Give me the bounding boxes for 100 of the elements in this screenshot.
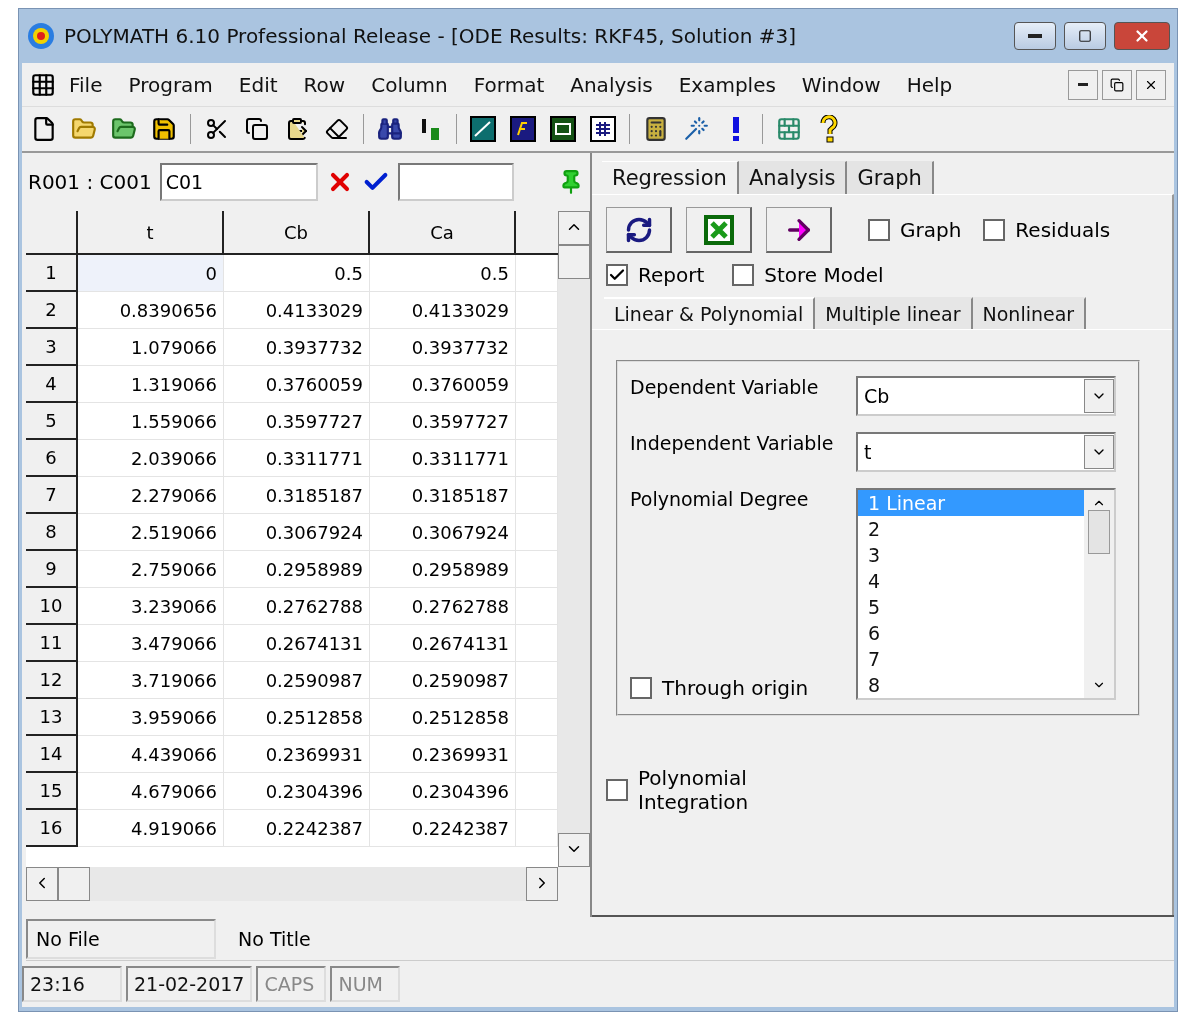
row-header[interactable]: 4 — [26, 366, 78, 403]
checkbox[interactable]: Through origin — [630, 676, 856, 700]
field-label: Dependent Variable — [630, 376, 820, 398]
list-item[interactable]: 6 — [858, 620, 1084, 646]
scroll-right-button[interactable] — [526, 867, 558, 901]
binoculars-icon[interactable] — [376, 115, 404, 143]
dropdown[interactable]: Cb — [856, 376, 1116, 416]
listbox[interactable]: 1 Linear 2 3 4 5 6 7 8 — [856, 488, 1116, 700]
table-cell: 0.2762788 — [370, 588, 516, 625]
scroll-thumb[interactable] — [58, 867, 90, 901]
row-header[interactable]: 2 — [26, 292, 78, 329]
row-header[interactable]: 3 — [26, 329, 78, 366]
column-header[interactable]: Cb — [224, 211, 370, 255]
formula-field[interactable] — [397, 163, 514, 201]
table-cell: 2.759066 — [78, 551, 224, 588]
dropdown[interactable]: t — [856, 432, 1116, 472]
menu-item[interactable]: Examples — [665, 72, 789, 97]
menu-item[interactable]: Column — [358, 72, 461, 97]
table-cell: 0.3311771 — [370, 440, 516, 477]
row-header[interactable]: 11 — [26, 625, 78, 662]
menu-item[interactable]: Format — [460, 72, 558, 97]
cell-name-field[interactable]: C01 — [159, 163, 318, 201]
tab[interactable]: Multiple linear — [815, 297, 973, 329]
table-cell: 0.3760059 — [224, 366, 370, 403]
scroll-left-button[interactable] — [26, 867, 58, 901]
menu-item[interactable]: Edit — [225, 72, 291, 97]
table-cell: 0 — [78, 255, 224, 292]
tab[interactable]: Regression — [602, 161, 739, 194]
menu-item[interactable]: Row — [290, 72, 359, 97]
arrow-button[interactable] — [766, 207, 832, 253]
table-cell: 0.2958989 — [370, 551, 516, 588]
table-cell: 0.2958989 — [224, 551, 370, 588]
chart-icon[interactable] — [469, 115, 497, 143]
function-icon[interactable] — [509, 115, 537, 143]
list-item[interactable]: 5 — [858, 594, 1084, 620]
dropdown-button[interactable] — [1084, 435, 1114, 469]
copy-icon[interactable] — [243, 115, 271, 143]
menu-item[interactable]: Program — [115, 72, 226, 97]
row-header[interactable]: 14 — [26, 736, 78, 773]
row-header[interactable]: 6 — [26, 440, 78, 477]
list-scrollbar[interactable] — [1084, 490, 1114, 698]
menu-item[interactable]: Window — [788, 72, 894, 97]
table-cell: 2.279066 — [78, 477, 224, 514]
checkbox[interactable]: Report — [606, 263, 705, 287]
scroll-thumb[interactable] — [558, 245, 590, 279]
minimize-button[interactable] — [1014, 22, 1056, 50]
table-cell: 1.559066 — [78, 403, 224, 440]
table-cell — [516, 773, 558, 810]
table-cell — [516, 662, 558, 699]
minimize-icon — [1078, 83, 1088, 86]
tab[interactable]: Nonlinear — [972, 297, 1087, 329]
checkbox[interactable]: Graph — [868, 218, 962, 242]
spreadsheet-icon — [703, 214, 734, 245]
checkbox[interactable]: Polynomial Integration — [606, 766, 1158, 814]
list-item[interactable]: 7 — [858, 646, 1084, 672]
column-header[interactable] — [516, 211, 558, 255]
brick-wall-icon[interactable] — [775, 115, 803, 143]
wand-icon[interactable] — [682, 115, 710, 143]
menu-item[interactable]: File — [56, 72, 116, 97]
maximize-button[interactable] — [1064, 22, 1106, 50]
list-item[interactable]: 2 — [858, 516, 1084, 542]
row-header[interactable]: 15 — [26, 773, 78, 810]
checkbox[interactable]: Store Model — [732, 263, 884, 287]
horizontal-scrollbar[interactable] — [26, 867, 558, 901]
tab[interactable]: Graph — [847, 161, 934, 194]
column-header[interactable]: Ca — [370, 211, 516, 255]
list-item[interactable]: 3 — [858, 542, 1084, 568]
row-header[interactable]: 1 — [26, 255, 78, 292]
column-header[interactable]: t — [78, 211, 224, 255]
row-header[interactable]: 5 — [26, 403, 78, 440]
row-header[interactable]: 13 — [26, 699, 78, 736]
row-header[interactable]: 16 — [26, 810, 78, 847]
status-indicator: 21-02-2017 — [126, 966, 253, 1002]
dropdown-button[interactable] — [1084, 379, 1114, 413]
minimize-button[interactable] — [1068, 69, 1098, 100]
checkbox[interactable]: Residuals — [983, 218, 1111, 242]
menu-item[interactable]: Help — [893, 72, 966, 97]
table-icon[interactable] — [589, 115, 617, 143]
save-icon[interactable] — [150, 115, 178, 143]
row-header[interactable]: 10 — [26, 588, 78, 625]
tab[interactable]: Analysis — [738, 161, 848, 194]
list-item[interactable]: 4 — [858, 568, 1084, 594]
spreadsheet-button[interactable] — [686, 207, 752, 253]
scroll-thumb[interactable] — [1088, 510, 1110, 554]
tab[interactable]: Linear & Polynomial — [604, 297, 816, 329]
table-cell: 0.2674131 — [224, 625, 370, 662]
close-button[interactable] — [1114, 22, 1170, 50]
menu-item[interactable]: Analysis — [557, 72, 666, 97]
row-header[interactable]: 8 — [26, 514, 78, 551]
scroll-down-button[interactable] — [558, 833, 590, 867]
vertical-scrollbar[interactable] — [558, 211, 590, 867]
row-header[interactable]: 12 — [26, 662, 78, 699]
restore-button[interactable] — [1102, 69, 1132, 100]
window-menu-icon[interactable] — [30, 71, 56, 98]
table-cell: 0.3311771 — [224, 440, 370, 477]
refresh-button[interactable] — [606, 207, 672, 253]
table-cell: 0.2512858 — [370, 699, 516, 736]
row-header[interactable]: 9 — [26, 551, 78, 588]
row-header[interactable]: 7 — [26, 477, 78, 514]
list-item[interactable]: 8 — [858, 672, 1084, 698]
